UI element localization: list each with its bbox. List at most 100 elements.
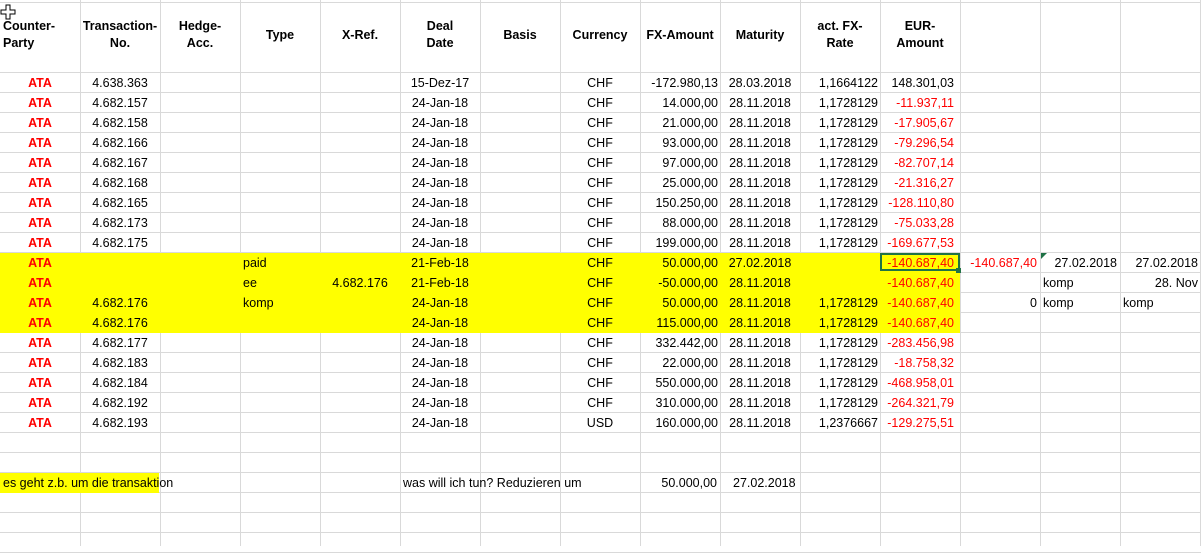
note-text[interactable]: es geht z.b. um die transaktion <box>3 473 303 493</box>
cell-type[interactable] <box>243 373 320 393</box>
cell-x-ref[interactable] <box>320 253 400 273</box>
cell-fx-amount[interactable]: 88.000,00 <box>640 213 718 233</box>
cell-fx-rate[interactable]: 1,1728129 <box>800 153 878 173</box>
cell-transaction-no[interactable]: 4.682.173 <box>80 213 160 233</box>
cell-currency[interactable]: CHF <box>560 233 640 253</box>
cell-eur-amount[interactable]: -169.677,53 <box>880 233 954 253</box>
cell-counterparty[interactable]: ATA <box>0 273 80 293</box>
cell-type[interactable] <box>243 193 320 213</box>
cell-deal-date[interactable]: 24-Jan-18 <box>400 353 480 373</box>
side-cell-l10[interactable]: -140.687,40 <box>961 253 1037 273</box>
cell-fx-amount[interactable]: 21.000,00 <box>640 113 718 133</box>
cell-fx-rate[interactable]: 1,1728129 <box>800 373 878 393</box>
cell-type[interactable] <box>243 213 320 233</box>
cell-counterparty[interactable]: ATA <box>0 333 80 353</box>
cell-transaction-no[interactable]: 4.682.184 <box>80 373 160 393</box>
cell-x-ref[interactable] <box>320 373 400 393</box>
cell-maturity[interactable]: 28.11.2018 <box>720 373 800 393</box>
cell-maturity[interactable]: 28.11.2018 <box>720 293 800 313</box>
cell-x-ref[interactable] <box>320 173 400 193</box>
header-basis[interactable]: Basis <box>480 2 560 68</box>
cell-deal-date[interactable]: 15-Dez-17 <box>400 73 480 93</box>
cell-fx-amount[interactable]: 160.000,00 <box>640 413 718 433</box>
cell-maturity[interactable]: 28.11.2018 <box>720 193 800 213</box>
cell-transaction-no[interactable]: 4.682.176 <box>80 293 160 313</box>
cell-eur-amount[interactable]: -128.110,80 <box>880 193 954 213</box>
cell-type[interactable] <box>243 393 320 413</box>
cell-transaction-no[interactable]: 4.682.176 <box>80 313 160 333</box>
cell-currency[interactable]: CHF <box>560 293 640 313</box>
header-fx-amount[interactable]: FX-Amount <box>640 2 720 68</box>
cell-fx-amount[interactable]: 332.442,00 <box>640 333 718 353</box>
cell-x-ref[interactable] <box>320 73 400 93</box>
cell-currency[interactable]: CHF <box>560 173 640 193</box>
cell-x-ref[interactable] <box>320 393 400 413</box>
cell-transaction-no[interactable]: 4.682.157 <box>80 93 160 113</box>
cell-type[interactable] <box>243 113 320 133</box>
header-type[interactable]: Type <box>240 2 320 68</box>
cell-transaction-no[interactable]: 4.682.175 <box>80 233 160 253</box>
cell-eur-amount[interactable]: -18.758,32 <box>880 353 954 373</box>
cell-eur-amount[interactable]: -468.958,01 <box>880 373 954 393</box>
cell-transaction-no[interactable] <box>80 253 160 273</box>
cell-fx-amount[interactable]: 97.000,00 <box>640 153 718 173</box>
cell-deal-date[interactable]: 24-Jan-18 <box>400 233 480 253</box>
cell-x-ref[interactable] <box>320 233 400 253</box>
cell-currency[interactable]: CHF <box>560 73 640 93</box>
cell-fx-rate[interactable] <box>800 253 878 273</box>
cell-counterparty[interactable]: ATA <box>0 293 80 313</box>
cell-fx-amount[interactable]: 50.000,00 <box>640 293 718 313</box>
cell-maturity[interactable]: 28.11.2018 <box>720 273 800 293</box>
cell-transaction-no[interactable]: 4.682.158 <box>80 113 160 133</box>
cell-currency[interactable]: CHF <box>560 333 640 353</box>
side-cell-m12[interactable]: komp <box>1043 293 1119 313</box>
cell-eur-amount[interactable]: 148.301,03 <box>880 73 954 93</box>
cell-deal-date[interactable]: 24-Jan-18 <box>400 173 480 193</box>
cell-transaction-no[interactable]: 4.682.183 <box>80 353 160 373</box>
cell-transaction-no[interactable]: 4.682.193 <box>80 413 160 433</box>
cell-x-ref[interactable] <box>320 333 400 353</box>
cell-transaction-no[interactable]: 4.638.363 <box>80 73 160 93</box>
cell-x-ref[interactable] <box>320 413 400 433</box>
cell-deal-date[interactable]: 24-Jan-18 <box>400 133 480 153</box>
cell-maturity[interactable]: 28.11.2018 <box>720 393 800 413</box>
side-cell-l12[interactable]: 0 <box>961 293 1037 313</box>
cell-fx-amount[interactable]: 310.000,00 <box>640 393 718 413</box>
cell-transaction-no[interactable]: 4.682.177 <box>80 333 160 353</box>
cell-counterparty[interactable]: ATA <box>0 133 80 153</box>
cell-maturity[interactable]: 28.11.2018 <box>720 313 800 333</box>
cell-maturity[interactable]: 28.11.2018 <box>720 213 800 233</box>
cell-counterparty[interactable]: ATA <box>0 373 80 393</box>
cell-fx-amount[interactable]: 115.000,00 <box>640 313 718 333</box>
cell-deal-date[interactable]: 21-Feb-18 <box>400 253 480 273</box>
cell-eur-amount[interactable]: -75.033,28 <box>880 213 954 233</box>
cell-currency[interactable]: CHF <box>560 193 640 213</box>
cell-counterparty[interactable]: ATA <box>0 233 80 253</box>
fill-handle[interactable] <box>956 268 961 273</box>
side-cell-n12[interactable]: komp <box>1123 293 1199 313</box>
cell-deal-date[interactable]: 21-Feb-18 <box>400 273 480 293</box>
cell-eur-amount[interactable]: -140.687,40 <box>880 273 954 293</box>
cell-fx-rate[interactable]: 1,1728129 <box>800 213 878 233</box>
cell-type[interactable] <box>243 153 320 173</box>
cell-fx-rate[interactable]: 1,1664122 <box>800 73 878 93</box>
header-eur-amount[interactable]: EUR- Amount <box>880 2 960 68</box>
cell-transaction-no[interactable] <box>80 273 160 293</box>
cell-fx-rate[interactable]: 1,1728129 <box>800 393 878 413</box>
cell-x-ref[interactable] <box>320 213 400 233</box>
cell-deal-date[interactable]: 24-Jan-18 <box>400 113 480 133</box>
cell-eur-amount[interactable]: -283.456,98 <box>880 333 954 353</box>
cell-fx-rate[interactable]: 1,1728129 <box>800 333 878 353</box>
cell-fx-rate[interactable]: 1,1728129 <box>800 293 878 313</box>
cell-x-ref[interactable] <box>320 293 400 313</box>
cell-eur-amount[interactable]: -264.321,79 <box>880 393 954 413</box>
cell-x-ref[interactable] <box>320 93 400 113</box>
header-maturity[interactable]: Maturity <box>720 2 800 68</box>
header-x-ref[interactable]: X-Ref. <box>320 2 400 68</box>
cell-fx-rate[interactable]: 1,1728129 <box>800 313 878 333</box>
cell-maturity[interactable]: 28.11.2018 <box>720 353 800 373</box>
cell-type[interactable] <box>243 73 320 93</box>
cell-maturity[interactable]: 27.02.2018 <box>720 253 800 273</box>
cell-eur-amount[interactable]: -11.937,11 <box>880 93 954 113</box>
cell-fx-amount[interactable]: 22.000,00 <box>640 353 718 373</box>
